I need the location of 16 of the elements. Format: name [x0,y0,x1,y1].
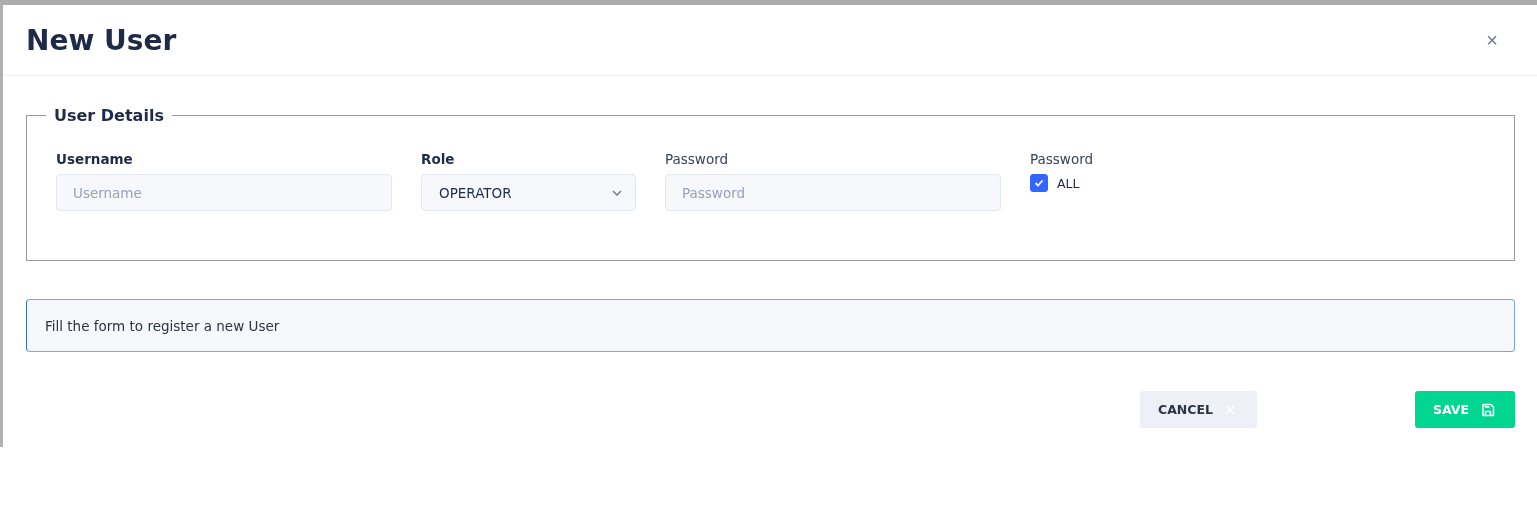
info-message: Fill the form to register a new User [26,299,1515,352]
password-field[interactable]: Password [665,174,1001,211]
checkbox-label: ALL [1057,175,1080,191]
dialog-title: New User [26,23,177,57]
field-label: Password [1030,151,1094,167]
role-dropdown[interactable]: OPERATOR [421,174,636,211]
username-field[interactable]: Username [56,174,392,211]
fieldset-legend: User Details [46,106,172,125]
chevron-down-icon [612,189,622,196]
cancel-button[interactable]: CANCEL [1139,391,1257,428]
check-icon [1034,179,1044,187]
checkbox[interactable] [1030,174,1048,192]
field-label: Password [665,151,730,167]
close-button[interactable]: × [1482,28,1502,52]
field-label: Username [56,151,134,167]
field-label: Role [421,151,456,167]
